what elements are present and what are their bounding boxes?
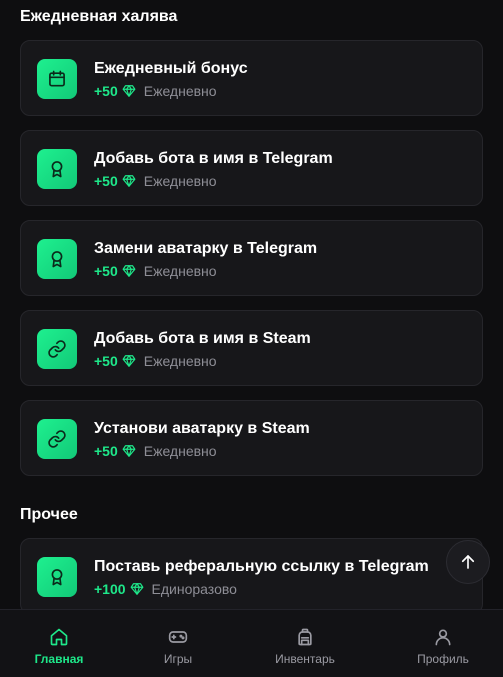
task-frequency: Ежедневно: [143, 173, 217, 189]
task-meta: +50 Ежедневно: [94, 353, 217, 369]
task-card-telegram-avatar[interactable]: Замени аватарку в Telegram +50 Ежедневно: [20, 220, 483, 296]
gem-icon: [130, 583, 143, 595]
gem-icon: [122, 85, 136, 97]
task-card-steam-avatar[interactable]: Установи аватарку в Steam +50 Ежедневно: [20, 400, 483, 476]
bottom-nav: Главная Игры Инвентарь Профиль: [0, 609, 503, 677]
nav-label: Игры: [163, 652, 193, 666]
home-icon: [50, 628, 68, 646]
nav-label: Главная: [34, 652, 84, 666]
task-card-telegram-name[interactable]: Добавь бота в имя в Telegram +50 Ежеднев…: [20, 130, 483, 206]
task-reward: +50: [94, 353, 118, 369]
task-reward: +50: [94, 83, 118, 99]
task-frequency: Ежедневно: [143, 263, 217, 279]
task-title: Установи аватарку в Steam: [94, 420, 310, 437]
task-title: Добавь бота в имя в Steam: [94, 330, 311, 347]
award-icon: [37, 557, 77, 597]
task-frequency: Ежедневно: [143, 443, 217, 459]
task-title: Ежедневный бонус: [94, 60, 248, 77]
award-icon: [37, 239, 77, 279]
task-title: Добавь бота в имя в Telegram: [94, 150, 333, 167]
task-reward: +50: [94, 263, 118, 279]
task-title: Поставь реферальную ссылку в Telegram: [94, 558, 429, 575]
calendar-icon: [37, 59, 77, 99]
task-card-steam-name[interactable]: Добавь бота в имя в Steam +50 Ежедневно: [20, 310, 483, 386]
link-icon: [37, 329, 77, 369]
nav-item-games[interactable]: Игры: [123, 610, 233, 677]
task-reward: +50: [94, 443, 118, 459]
task-card-telegram-referral[interactable]: Поставь реферальную ссылку в Telegram +1…: [20, 538, 483, 614]
task-reward: +50: [94, 173, 118, 189]
task-title: Замени аватарку в Telegram: [94, 240, 318, 257]
gem-icon: [122, 445, 136, 457]
nav-label: Профиль: [417, 652, 469, 666]
task-frequency: Ежедневно: [143, 83, 217, 99]
gem-icon: [122, 265, 136, 277]
task-card-daily-bonus[interactable]: Ежедневный бонус +50 Ежедневно: [20, 40, 483, 116]
arrow-up-icon: [461, 555, 475, 569]
gem-icon: [122, 355, 136, 367]
award-icon: [37, 149, 77, 189]
task-meta: +100 Единоразово: [94, 581, 237, 597]
section-title-other: Прочее: [20, 506, 78, 523]
link-icon: [37, 419, 77, 459]
task-meta: +50 Ежедневно: [94, 173, 217, 189]
nav-item-home[interactable]: Главная: [4, 610, 114, 677]
section-title-daily: Ежедневная халява: [20, 8, 178, 25]
backpack-icon: [298, 628, 312, 646]
nav-label: Инвентарь: [275, 652, 335, 666]
page: Ежедневная халява Ежедневный бонус +50 Е…: [0, 0, 503, 677]
task-frequency: Ежедневно: [143, 353, 217, 369]
task-reward: +100: [94, 581, 126, 597]
task-meta: +50 Ежедневно: [94, 263, 217, 279]
nav-item-profile[interactable]: Профиль: [388, 610, 498, 677]
user-icon: [435, 629, 451, 646]
task-frequency: Единоразово: [151, 581, 237, 597]
scroll-top-button[interactable]: [446, 540, 490, 584]
task-meta: +50 Ежедневно: [94, 443, 217, 459]
gamepad-icon: [168, 631, 188, 643]
gem-icon: [122, 175, 136, 187]
nav-item-inventory[interactable]: Инвентарь: [250, 610, 360, 677]
task-meta: +50 Ежедневно: [94, 83, 217, 99]
